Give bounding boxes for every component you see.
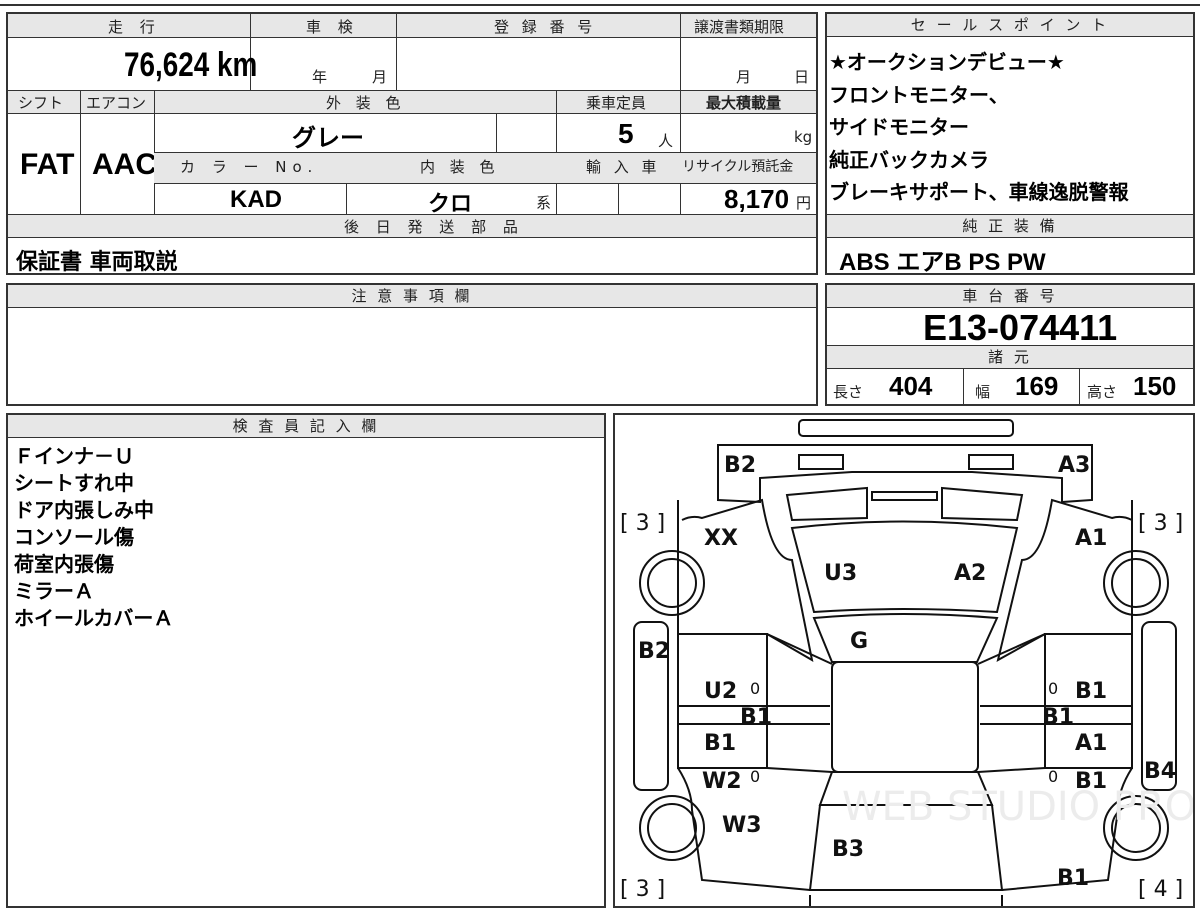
inspector-line: ミラーＡ [14, 579, 94, 603]
capacity-unit: 人 [658, 132, 674, 150]
damage-diagram-panel: WEB STUDIO PRO [ 3 ] [ 3 ] [ 3 ] [ 4 ] B… [613, 413, 1195, 908]
car-damage-diagram: WEB STUDIO PRO [ 3 ] [ 3 ] [ 3 ] [ 4 ] B… [620, 419, 1193, 906]
transfer-deadline-label: 譲渡書類期限 [694, 18, 785, 36]
capacity-label: 乗車定員 [586, 94, 647, 112]
load-unit: kg [794, 128, 813, 146]
mark-left-rear-door-zero: 0 [750, 767, 760, 786]
mark-right-front-door-zero: 0 [1048, 679, 1058, 698]
shift-label: シフト [18, 94, 64, 112]
vehicle-info-table: 走 行 車 検 登 録 番 号 譲渡書類期限 76,624 km 年 月 月 日… [6, 12, 818, 275]
mark-left-front-door: U2 [704, 679, 737, 704]
length-value: 404 [889, 371, 933, 401]
inspector-panel: 検 査 員 記 入 欄 Ｆインナ－Ｕ シートすれ中 ドア内張しみ中 コンソール傷… [6, 413, 606, 908]
sales-points-label: セ ー ル ス ポ イ ン ト [827, 14, 1193, 37]
mark-right-rear-door-zero: 0 [1048, 767, 1058, 786]
exterior-color-value: グレー [292, 124, 364, 152]
sales-points-list: ★オークションデビュー★ フロントモニター、 サイドモニター 純正バックカメラ … [829, 46, 1129, 209]
ac-value: AAC [92, 148, 157, 181]
mark-right-front-door: B1 [1075, 679, 1107, 704]
chassis-number-label: 車 台 番 号 [827, 285, 1193, 308]
max-load-label: 最大積載量 [706, 94, 782, 112]
ac-label: エアコン [86, 94, 147, 112]
mark-left-pillar: B1 [740, 705, 772, 730]
mark-right-rear-door: B1 [1075, 769, 1107, 794]
top-strip [0, 0, 1200, 6]
recycle-deposit-unit: 円 [796, 194, 812, 212]
deadline-month-unit: 月 [736, 68, 752, 86]
mark-left-fender: XX [704, 526, 738, 551]
mark-right-rear-quarter: B1 [1057, 866, 1089, 891]
notes-panel: 注 意 事 項 欄 [6, 283, 818, 406]
mark-hood-right: A2 [954, 561, 986, 586]
mileage-value: 76,624 km [124, 46, 258, 84]
chassis-number-value: E13-074411 [923, 307, 1118, 348]
mark-front-bumper-right: A3 [1058, 453, 1090, 478]
mark-hood-left: U3 [824, 561, 857, 586]
inspector-line: ホイールカバーＡ [14, 606, 174, 630]
mark-right-rear-door-top: A1 [1075, 731, 1107, 756]
mark-front-bumper-left: B2 [724, 453, 756, 478]
inspection-year-unit: 年 [312, 68, 328, 86]
mark-right-pillar: B1 [1042, 705, 1074, 730]
equipment-label: 純 正 装 備 [827, 214, 1193, 238]
inspector-line: コンソール傷 [14, 525, 134, 549]
equipment-value: ABS エアB PS PW [839, 249, 1046, 276]
mark-left-front-door-zero: 0 [750, 679, 760, 698]
mark-rear: B3 [832, 837, 864, 862]
length-label: 長さ [833, 383, 864, 401]
color-number-label: カ ラ ー No. [180, 158, 319, 176]
tire-left-rear: [ 3 ] [620, 877, 665, 902]
mark-windshield: G [850, 629, 868, 654]
mark-left-side: B2 [638, 639, 670, 664]
width-label: 幅 [975, 383, 991, 401]
recycle-deposit-value: 8,170 [724, 184, 790, 214]
mileage-label: 走 行 [108, 18, 161, 36]
inspector-label: 検 査 員 記 入 欄 [8, 415, 604, 438]
chassis-panel: 車 台 番 号 E13-074411 諸 元 長さ 404 幅 169 高さ 1… [825, 283, 1195, 406]
color-number-value: KAD [230, 186, 282, 213]
inspector-notes: Ｆインナ－Ｕ シートすれ中 ドア内張しみ中 コンソール傷 荷室内張傷 ミラーＡ … [14, 443, 173, 632]
capacity-value: 5 [618, 118, 634, 149]
mark-left-rear-door-top: B1 [704, 731, 736, 756]
height-label: 高さ [1087, 383, 1118, 401]
mark-left-rear-door: W2 [702, 769, 742, 794]
tire-right-rear: [ 4 ] [1138, 877, 1183, 902]
sales-point-item: ★オークションデビュー★ [829, 50, 1065, 74]
notes-label: 注 意 事 項 欄 [8, 285, 816, 308]
dimensions-label: 諸 元 [827, 345, 1193, 369]
inspection-label: 車 検 [306, 18, 359, 36]
inspector-line: 荷室内張傷 [14, 552, 114, 576]
exterior-color-label: 外 装 色 [326, 94, 406, 112]
sales-points-panel: セ ー ル ス ポ イ ン ト ★オークションデビュー★ フロントモニター、 サ… [825, 12, 1195, 276]
mark-right-fender: A1 [1075, 526, 1107, 551]
registration-number-label: 登 録 番 号 [494, 18, 597, 36]
inspection-month-unit: 月 [372, 68, 388, 86]
inspector-line: ドア内張しみ中 [14, 498, 154, 522]
tire-left-front: [ 3 ] [620, 511, 665, 536]
inspector-line: Ｆインナ－Ｕ [14, 444, 134, 468]
import-label: 輸 入 車 [586, 158, 661, 176]
sales-point-item: ブレーキサポート、車線逸脱警報 [829, 180, 1129, 204]
tire-right-front: [ 3 ] [1138, 511, 1183, 536]
deadline-day-unit: 日 [794, 68, 810, 86]
shift-value: FAT [20, 148, 75, 181]
height-value: 150 [1133, 371, 1177, 401]
sales-point-item: フロントモニター、 [829, 82, 1009, 107]
mark-left-quarter: W3 [722, 813, 762, 838]
later-parts-label: 後 日 発 送 部 品 [344, 218, 524, 236]
mark-right-side: B4 [1144, 759, 1176, 784]
later-parts-value: 保証書 車両取説 [16, 250, 178, 275]
recycle-deposit-label: リサイクル預託金 [682, 159, 794, 175]
interior-color-label: 内 装 色 [420, 158, 500, 176]
interior-color-suffix: 系 [536, 194, 552, 212]
width-value: 169 [1015, 371, 1059, 401]
sales-point-item: 純正バックカメラ [829, 147, 989, 172]
watermark-text: WEB STUDIO PRO [842, 784, 1193, 830]
inspector-line: シートすれ中 [14, 471, 134, 495]
sales-point-item: サイドモニター [829, 115, 969, 139]
